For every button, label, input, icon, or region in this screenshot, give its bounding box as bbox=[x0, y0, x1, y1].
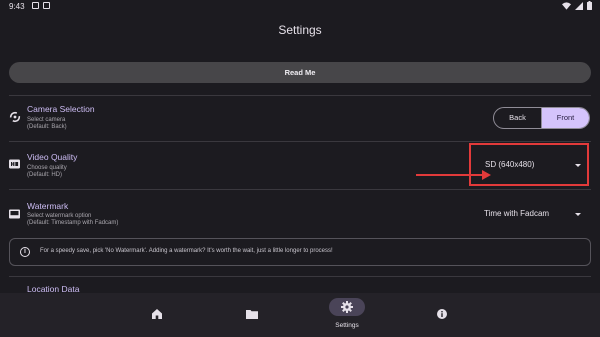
status-bar: 9:43 bbox=[0, 0, 600, 14]
divider bbox=[9, 95, 591, 96]
watermark-chevron-down-icon[interactable] bbox=[575, 213, 581, 216]
status-time: 9:43 bbox=[9, 2, 25, 11]
hd-icon bbox=[9, 159, 20, 169]
camera-selection-title: Camera Selection bbox=[27, 104, 95, 114]
watermark-icon bbox=[9, 209, 20, 219]
app-notification-icon bbox=[43, 2, 50, 9]
watermark-default: (Default: Timestamp with Fadcam) bbox=[27, 220, 119, 226]
read-me-button[interactable]: Read Me bbox=[9, 62, 591, 83]
nav-home[interactable] bbox=[140, 293, 174, 337]
info-banner: i For a speedy save, pick 'No Watermark'… bbox=[9, 238, 591, 266]
front-camera-option[interactable]: Front bbox=[541, 108, 589, 128]
annotation-arrow bbox=[416, 174, 484, 176]
nav-folder[interactable] bbox=[235, 293, 269, 337]
divider bbox=[9, 189, 591, 190]
page-title: Settings bbox=[278, 23, 322, 37]
info-icon bbox=[437, 309, 447, 319]
back-camera-option[interactable]: Back bbox=[494, 108, 541, 128]
watermark-dropdown[interactable]: Time with Fadcam bbox=[484, 209, 549, 218]
nav-settings-label: Settings bbox=[335, 322, 359, 329]
info-icon: i bbox=[20, 247, 30, 257]
annotation-arrow-head bbox=[482, 170, 491, 180]
bottom-nav: Settings bbox=[0, 293, 600, 337]
video-quality-title: Video Quality bbox=[27, 152, 78, 162]
info-banner-text: For a speedy save, pick 'No Watermark'. … bbox=[40, 248, 333, 254]
switch-camera-icon bbox=[9, 111, 21, 123]
wifi-icon bbox=[562, 1, 571, 10]
nav-info[interactable] bbox=[425, 293, 459, 337]
camera-toggle[interactable]: Back Front bbox=[493, 107, 590, 129]
image-notification-icon bbox=[32, 2, 39, 9]
status-notification-icons bbox=[32, 2, 50, 9]
video-quality-default: (Default: HD) bbox=[27, 172, 63, 178]
gear-icon bbox=[341, 301, 353, 313]
divider bbox=[9, 141, 591, 142]
status-system-icons bbox=[562, 1, 592, 10]
folder-icon bbox=[246, 310, 258, 319]
home-icon bbox=[152, 309, 162, 319]
battery-icon bbox=[587, 1, 592, 10]
signal-icon bbox=[575, 1, 583, 10]
nav-settings[interactable] bbox=[329, 298, 365, 316]
watermark-title: Watermark bbox=[27, 201, 69, 211]
camera-selection-default: (Default: Back) bbox=[27, 124, 67, 130]
divider bbox=[9, 276, 591, 277]
